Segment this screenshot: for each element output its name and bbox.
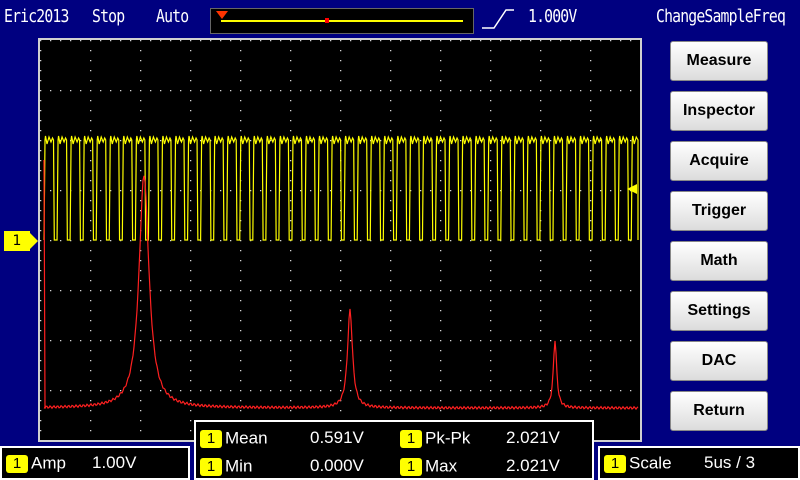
position-track — [221, 20, 463, 22]
dac-button[interactable]: DAC — [670, 341, 768, 381]
channel-badge: 1 — [400, 429, 422, 448]
trigger-mode[interactable]: Auto — [156, 6, 189, 27]
pkpk-readout: 1 Pk-Pk 2.021V — [400, 427, 590, 449]
mean-label: Mean — [225, 428, 268, 448]
channel-badge: 1 — [604, 454, 626, 473]
channel-badge: 1 — [200, 457, 222, 476]
max-label: Max — [425, 456, 458, 476]
measure-button[interactable]: Measure — [670, 41, 768, 81]
waveform-canvas — [40, 40, 640, 440]
trigger-level-arrow-icon[interactable] — [627, 184, 637, 194]
amp-label: Amp — [31, 453, 66, 473]
trigger-position-icon — [216, 11, 228, 19]
trigger-button[interactable]: Trigger — [670, 191, 768, 231]
mean-value: 0.591V — [310, 428, 364, 447]
min-value: 0.000V — [310, 456, 364, 475]
status-bar: Eric2013 Stop Auto 1.000V ChangeSampleFr… — [0, 0, 800, 36]
pkpk-value: 2.021V — [506, 428, 560, 447]
pkpk-label: Pk-Pk — [425, 428, 471, 448]
min-label: Min — [225, 456, 253, 476]
scale-value: 5us / 3 — [704, 453, 756, 472]
mean-readout: 1 Mean 0.591V — [200, 427, 400, 449]
return-button[interactable]: Return — [670, 391, 768, 431]
action-label: ChangeSampleFreq — [656, 6, 786, 27]
channel1-trace — [43, 135, 639, 241]
window-position-marker — [325, 18, 329, 23]
scale-label: Scale — [629, 453, 672, 473]
run-state[interactable]: Stop — [92, 6, 125, 27]
channel1-ground-marker[interactable]: 1 — [4, 231, 38, 251]
device-title: Eric2013 — [4, 6, 69, 27]
channel-badge: 1 — [6, 454, 28, 473]
horizontal-position-bar[interactable] — [210, 8, 474, 34]
rising-edge-icon — [482, 9, 514, 29]
waveform-display[interactable] — [38, 38, 642, 442]
scale-panel: 1 Scale 5us / 3 — [598, 446, 800, 480]
acquire-button[interactable]: Acquire — [670, 141, 768, 181]
min-readout: 1 Min 0.000V — [200, 455, 400, 477]
max-readout: 1 Max 2.021V — [400, 455, 590, 477]
math-button[interactable]: Math — [670, 241, 768, 281]
measurement-panel: 1 Mean 0.591V 1 Pk-Pk 2.021V 1 Min 0.000V 1… — [194, 420, 594, 480]
settings-button[interactable]: Settings — [670, 291, 768, 331]
amp-panel: 1 Amp 1.00V — [0, 446, 190, 480]
trigger-level: 1.000V — [528, 6, 577, 27]
inspector-button[interactable]: Inspector — [670, 91, 768, 131]
amp-value: 1.00V — [92, 453, 137, 472]
channel-badge: 1 — [400, 457, 422, 476]
max-value: 2.021V — [506, 456, 560, 475]
channel-badge: 1 — [200, 429, 222, 448]
